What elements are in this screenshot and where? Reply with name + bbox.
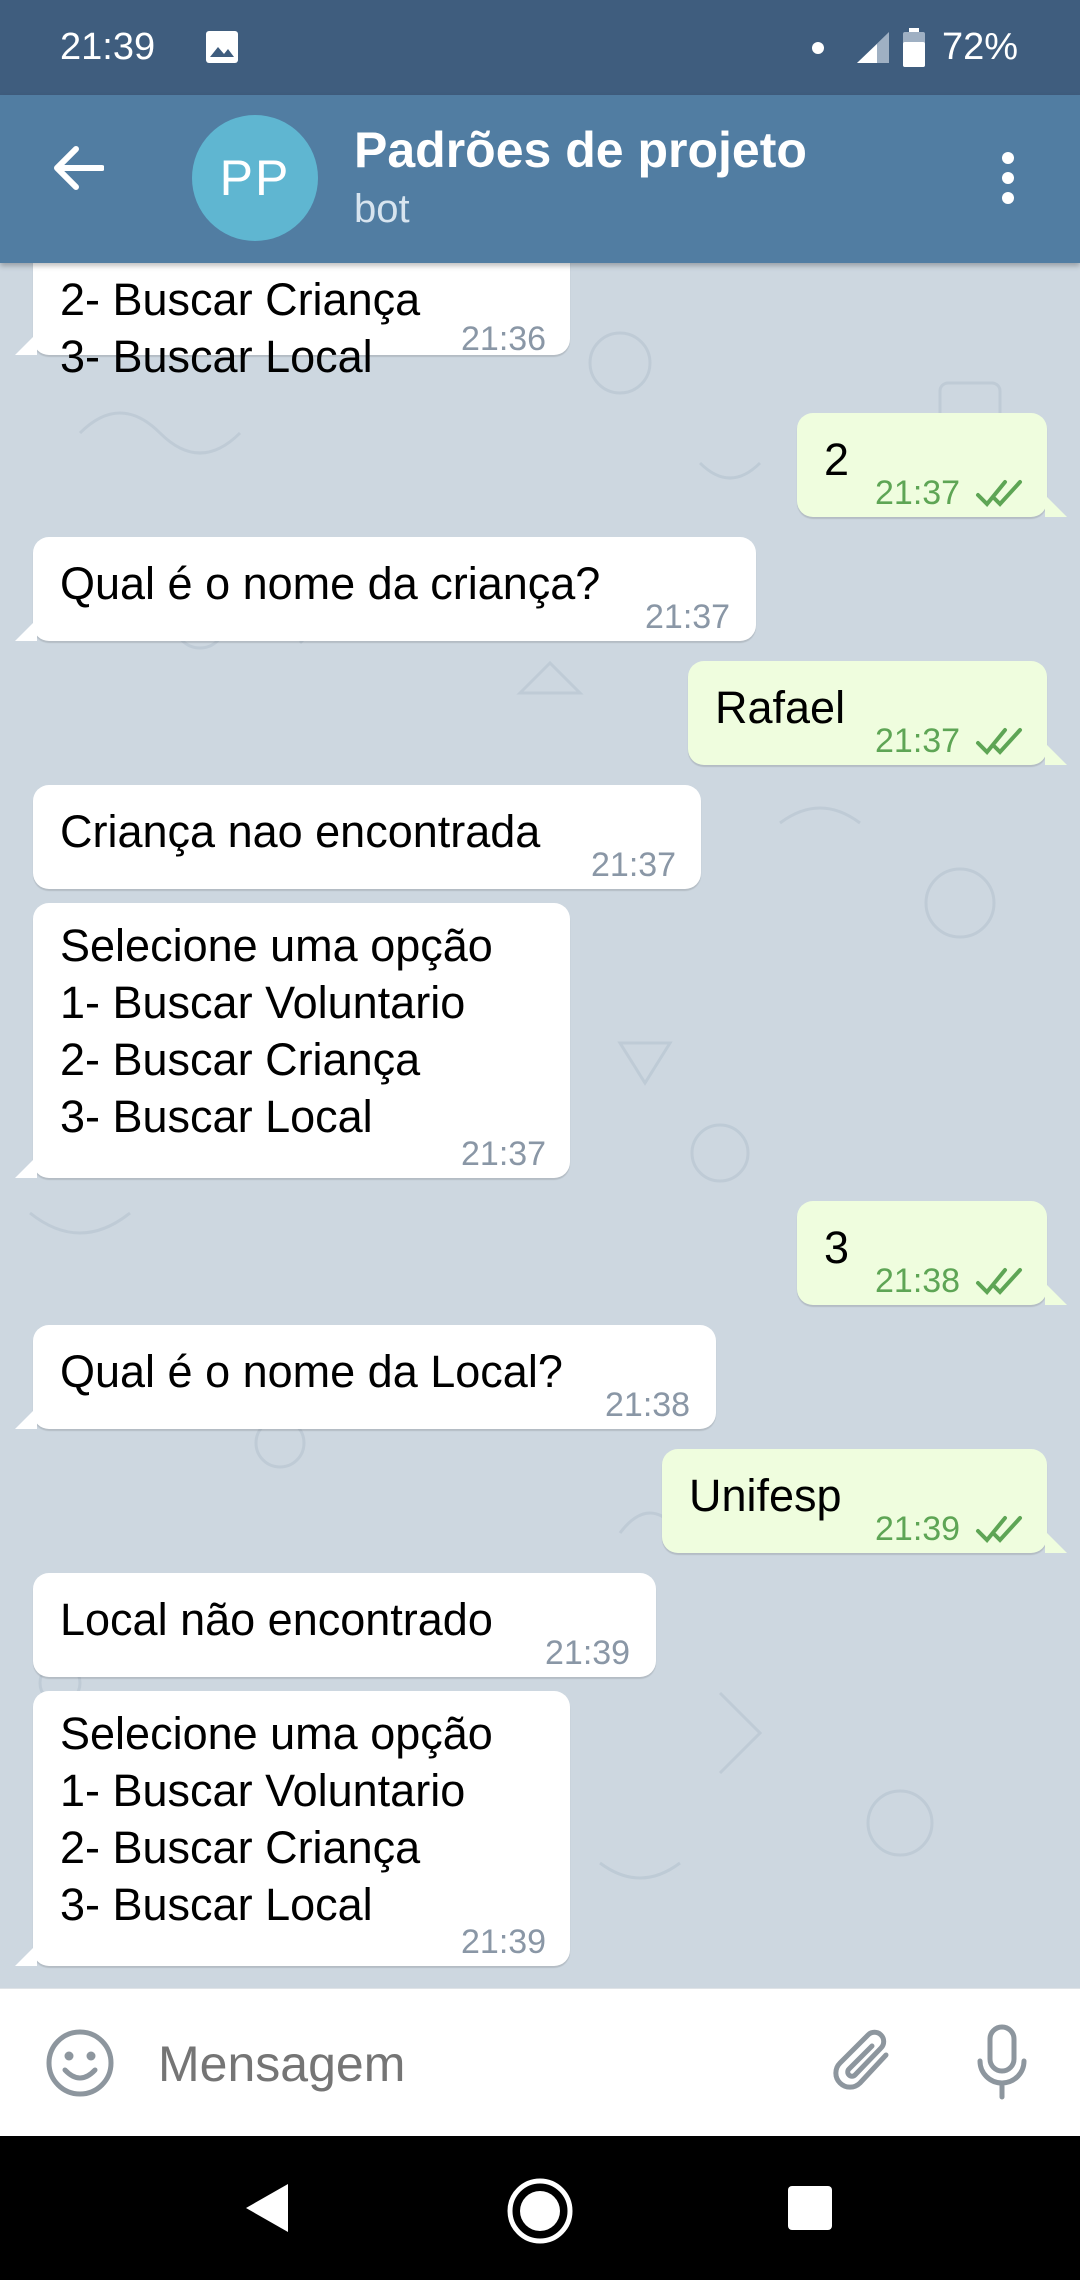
message-text: 2- Buscar Criança 3- Buscar Local	[60, 274, 421, 382]
message-time: 21:39	[875, 1510, 961, 1548]
message-time: 21:37	[875, 474, 961, 512]
bubble-tail	[1045, 1531, 1067, 1553]
read-checkmarks-icon	[975, 1253, 1025, 1310]
back-arrow-icon[interactable]	[52, 145, 105, 196]
chat-subtitle: bot	[354, 187, 410, 231]
message-time: 21:37	[461, 1135, 547, 1173]
message-text: Criança nao encontrada	[60, 806, 541, 857]
incoming-message[interactable]: Criança nao encontrada 21:37	[33, 785, 701, 889]
image-notification-icon	[205, 30, 239, 74]
message-time: 21:37	[645, 598, 731, 636]
more-options-icon[interactable]	[992, 150, 1024, 211]
message-input-bar	[0, 1988, 1080, 2137]
message-time: 21:37	[591, 846, 677, 884]
message-time: 21:38	[875, 1262, 961, 1300]
status-time: 21:39	[60, 26, 156, 68]
outgoing-message[interactable]: 2 21:37	[797, 413, 1047, 517]
system-navigation-bar	[0, 2136, 1080, 2280]
outgoing-message[interactable]: Rafael 21:37	[688, 661, 1047, 765]
message-text: 3	[824, 1222, 850, 1273]
nav-recents-icon[interactable]	[786, 2184, 834, 2237]
chat-area[interactable]: 2- Buscar Criança 3- Buscar Local 21:36 …	[0, 263, 1080, 1988]
bubble-tail	[15, 1944, 37, 1966]
incoming-message[interactable]: Qual é o nome da criança? 21:37	[33, 537, 756, 641]
emoji-icon[interactable]	[44, 2027, 116, 2104]
incoming-message[interactable]: Local não encontrado 21:39	[33, 1573, 656, 1677]
message-time: 21:37	[875, 722, 961, 760]
read-checkmarks-icon	[975, 1501, 1025, 1558]
message-time: 21:39	[545, 1634, 631, 1672]
message-text: Unifesp	[689, 1470, 842, 1521]
message-time: 21:39	[461, 1923, 547, 1961]
read-checkmarks-icon	[975, 713, 1025, 770]
read-checkmarks-icon	[975, 465, 1025, 522]
status-bar: 21:39 72%	[0, 0, 1080, 95]
message-text: Rafael	[715, 682, 846, 733]
chat-header: PP Padrões de projeto bot	[0, 95, 1080, 263]
message-text: Qual é o nome da criança?	[60, 558, 601, 609]
notification-dot-icon	[812, 42, 824, 54]
message-text: 2	[824, 434, 850, 485]
bubble-tail	[15, 619, 37, 641]
bubble-tail	[15, 333, 37, 355]
outgoing-message[interactable]: 3 21:38	[797, 1201, 1047, 1305]
microphone-icon[interactable]	[972, 2023, 1032, 2108]
incoming-message[interactable]: 2- Buscar Criança 3- Buscar Local 21:36	[33, 263, 570, 382]
nav-home-icon[interactable]	[505, 2176, 575, 2251]
bubble-tail	[15, 1156, 37, 1178]
bubble-tail	[1045, 743, 1067, 765]
battery-icon	[902, 28, 926, 78]
message-time: 21:36	[461, 320, 547, 358]
message-input[interactable]	[158, 2035, 798, 2093]
avatar[interactable]: PP	[192, 115, 318, 241]
battery-percentage: 72%	[942, 26, 1019, 68]
message-text: Selecione uma opção 1- Buscar Voluntario…	[60, 920, 493, 1142]
incoming-message[interactable]: Selecione uma opção 1- Buscar Voluntario…	[33, 1691, 570, 1966]
bubble-tail	[15, 1407, 37, 1429]
outgoing-message[interactable]: Unifesp 21:39	[662, 1449, 1047, 1553]
message-text: Qual é o nome da Local?	[60, 1346, 563, 1397]
signal-icon	[855, 30, 891, 74]
message-text: Selecione uma opção 1- Buscar Voluntario…	[60, 1708, 493, 1930]
bubble-tail	[1045, 495, 1067, 517]
incoming-message[interactable]: Qual é o nome da Local? 21:38	[33, 1325, 716, 1429]
message-text: Local não encontrado	[60, 1594, 493, 1645]
chat-title[interactable]: Padrões de projeto	[354, 121, 807, 179]
bubble-tail	[1045, 1283, 1067, 1305]
attach-icon[interactable]	[830, 2025, 900, 2106]
message-time: 21:38	[605, 1386, 691, 1424]
incoming-message[interactable]: Selecione uma opção 1- Buscar Voluntario…	[33, 903, 570, 1178]
nav-back-icon[interactable]	[242, 2180, 292, 2241]
